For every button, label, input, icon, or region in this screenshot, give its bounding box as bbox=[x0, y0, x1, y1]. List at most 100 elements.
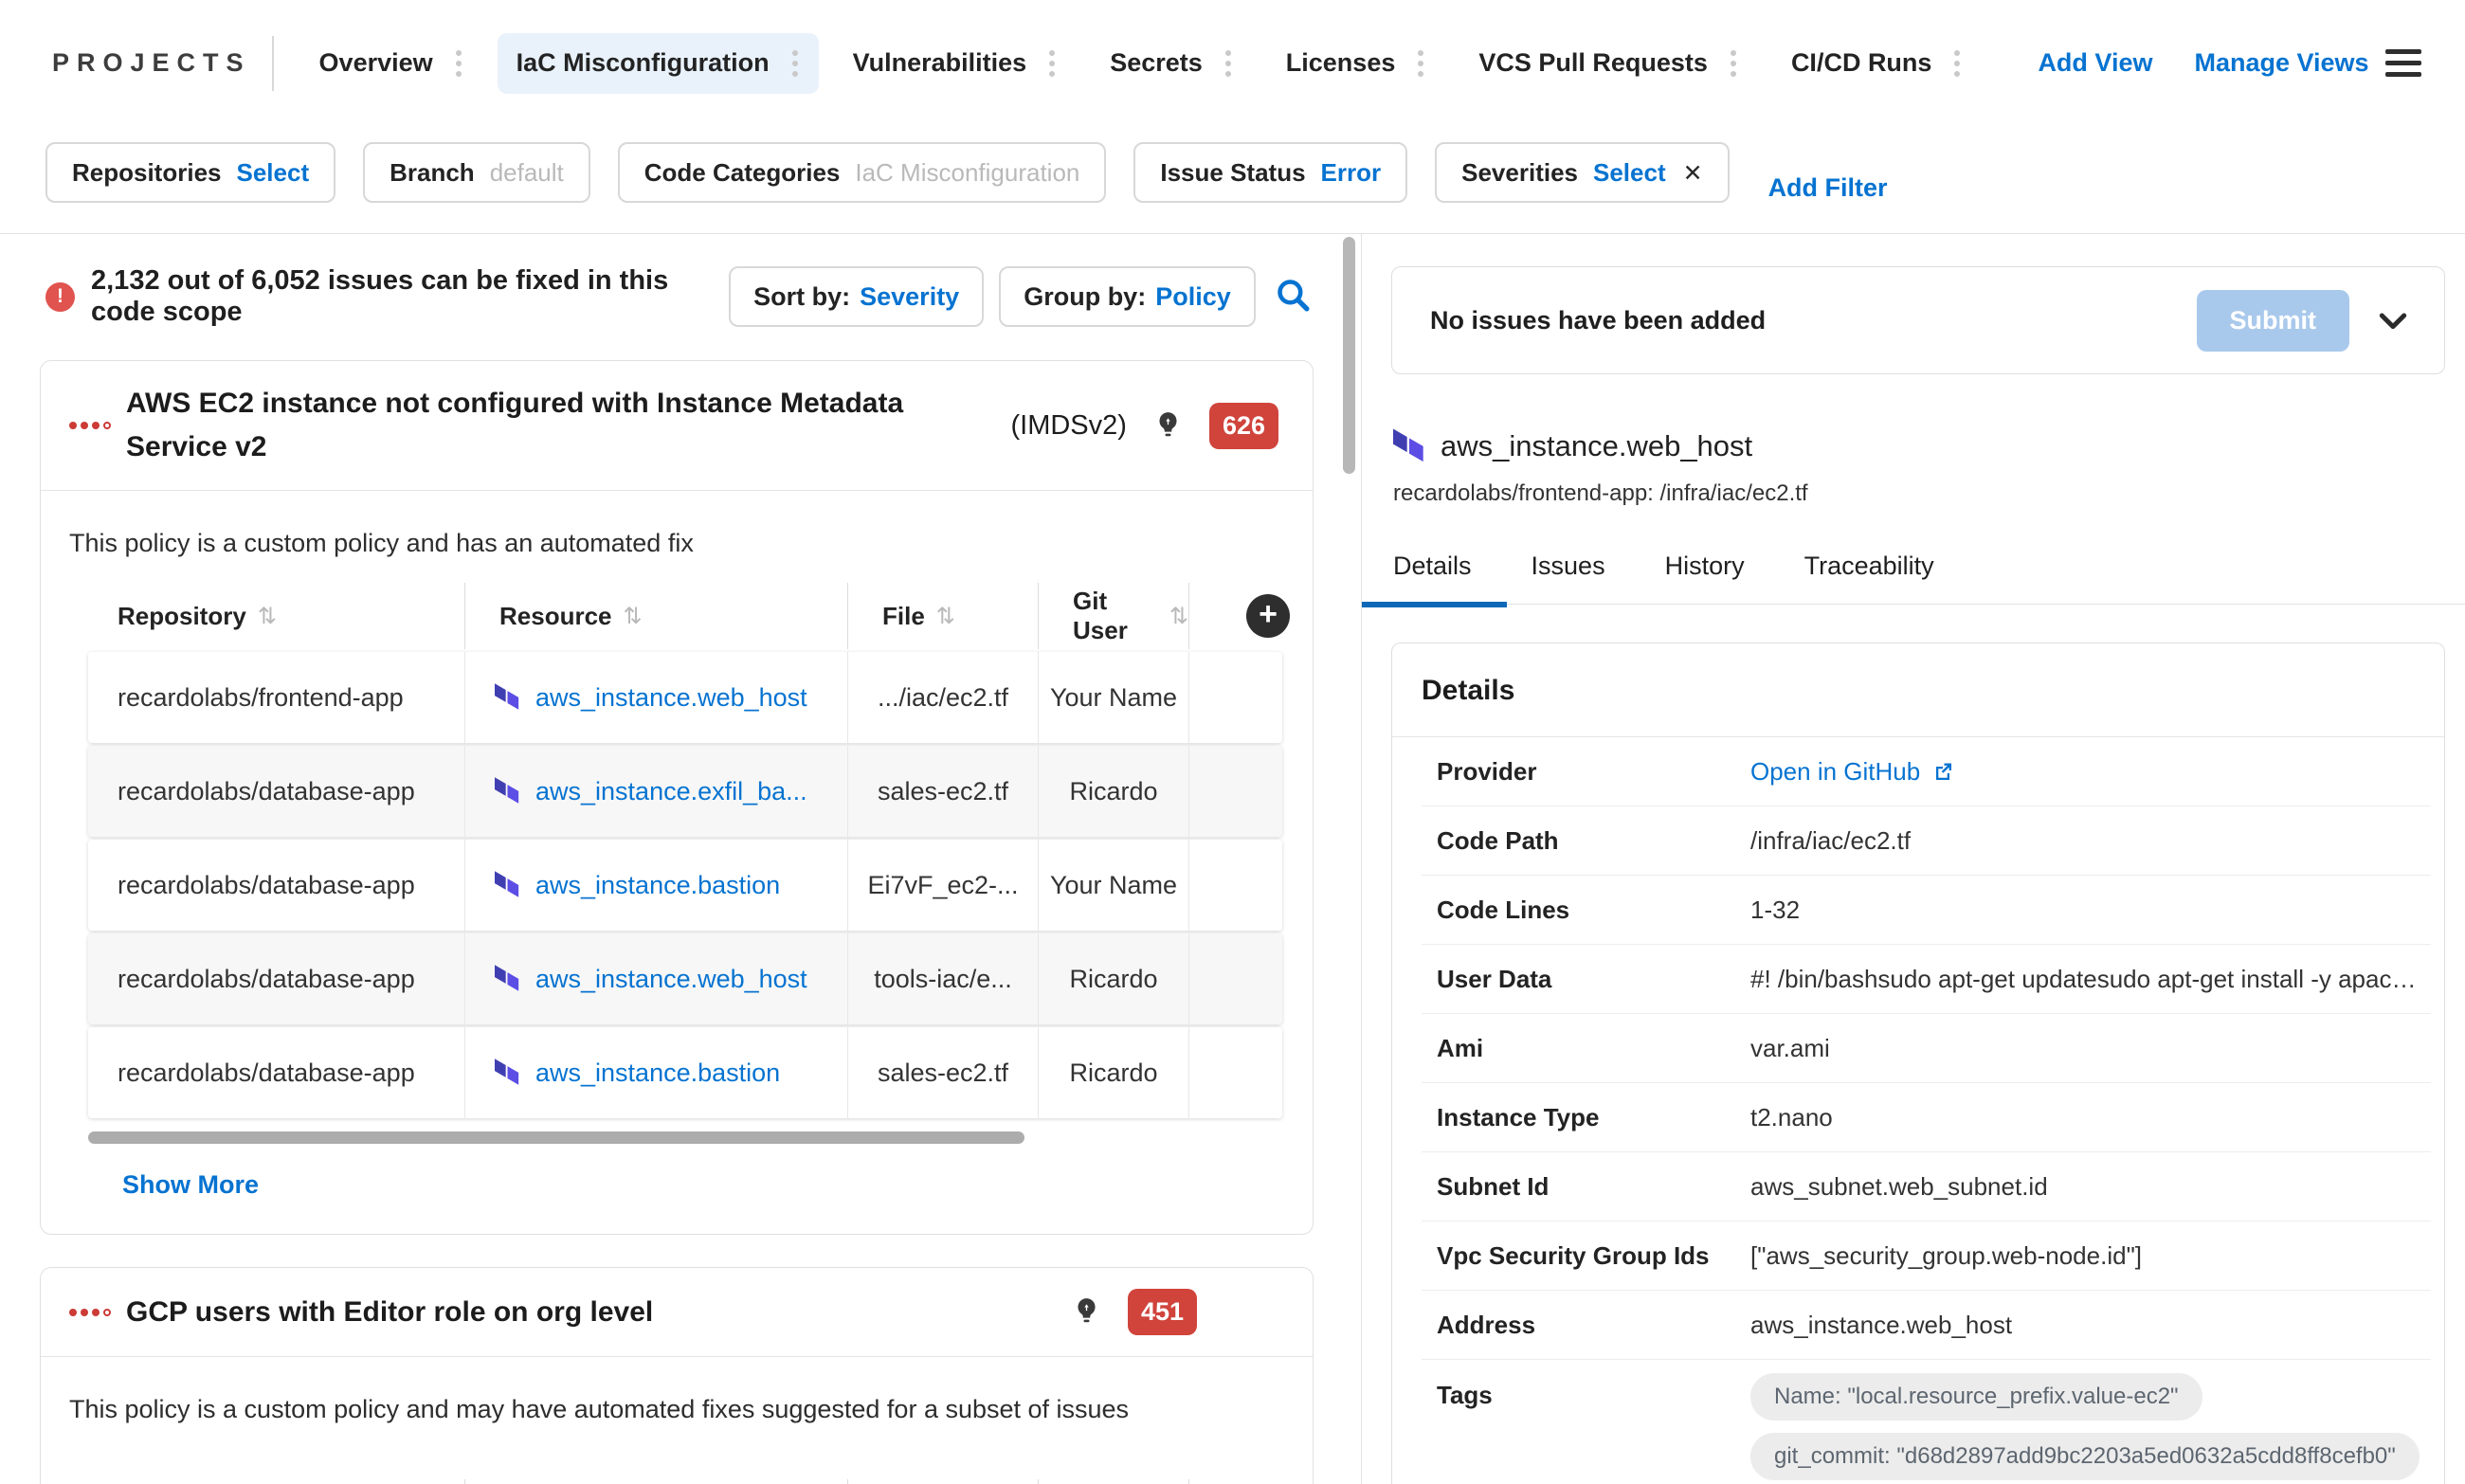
nav-tab-secrets[interactable]: Secrets bbox=[1091, 33, 1252, 94]
sort-icon[interactable]: ⇅ bbox=[1169, 603, 1188, 629]
detail-value: aws_subnet.web_subnet.id bbox=[1750, 1171, 2048, 1201]
submit-button[interactable]: Submit bbox=[2196, 289, 2349, 352]
table-row[interactable]: recardolabs/database-app aws_instance.exf… bbox=[88, 746, 1282, 837]
tab-details[interactable]: Details bbox=[1393, 552, 1472, 581]
nav-tab-label: VCS Pull Requests bbox=[1478, 48, 1708, 77]
resource-link[interactable]: aws_instance.exfil_ba... bbox=[535, 777, 807, 806]
nav-tab-vulnerabilities[interactable]: Vulnerabilities bbox=[834, 33, 1077, 94]
manage-views-link[interactable]: Manage Views bbox=[2194, 48, 2368, 78]
group-by-button[interactable]: Group by: Policy bbox=[999, 266, 1256, 327]
sort-icon[interactable]: ⇅ bbox=[258, 603, 277, 629]
details-card: Details Provider Open in GitHub Code Path /… bbox=[1391, 642, 2445, 1484]
vertical-scrollbar-thumb[interactable] bbox=[1343, 237, 1355, 474]
filter-chip-code-categories[interactable]: Code Categories IaC Misconfiguration bbox=[617, 142, 1107, 203]
severity-dots-icon bbox=[69, 422, 111, 429]
hamburger-menu-icon[interactable] bbox=[2382, 45, 2425, 81]
close-icon[interactable]: ✕ bbox=[1683, 159, 1703, 187]
nav-tab-licenses[interactable]: Licenses bbox=[1267, 33, 1445, 94]
nav-tab-ci-cd-runs[interactable]: CI/CD Runs bbox=[1772, 33, 1982, 94]
resource-cell: aws_instance.web_host bbox=[464, 652, 847, 743]
table-row[interactable]: recardolabs/database-app aws_instance.web… bbox=[88, 933, 1282, 1024]
table-row[interactable]: recardolabs/database-app aws_instance.bas… bbox=[88, 840, 1282, 931]
resource-link[interactable]: aws_instance.bastion bbox=[535, 871, 780, 900]
nav-tab-overview[interactable]: Overview bbox=[300, 33, 482, 94]
detail-row-tags: Tags Name: "local.resource_prefix.value-e… bbox=[1422, 1360, 2431, 1484]
policy-description: This policy is a custom policy and has a… bbox=[69, 529, 694, 557]
filter-chip-repositories[interactable]: Repositories Select bbox=[45, 142, 336, 203]
column-header-git-user[interactable]: Git User ⇅ bbox=[1038, 583, 1188, 649]
tags-list: Name: "local.resource_prefix.value-ec2" g… bbox=[1750, 1373, 2431, 1480]
tab-issues[interactable]: Issues bbox=[1532, 552, 1605, 581]
add-view-link[interactable]: Add View bbox=[2038, 48, 2152, 78]
link-label: Open in GitHub bbox=[1750, 756, 1921, 786]
group-by-label: Group by: bbox=[1024, 281, 1147, 311]
tab-traceability[interactable]: Traceability bbox=[1804, 552, 1934, 581]
column-header-repository[interactable]: Repository ⇅ bbox=[88, 583, 464, 649]
content-area: ! 2,132 out of 6,052 issues can be fixed… bbox=[0, 233, 2465, 1484]
table-header-row: Repository ⇅ Resource ⇅ File ⇅ Git User ⇅ + bbox=[88, 583, 1290, 649]
submit-message: No issues have been added bbox=[1430, 305, 1767, 335]
filter-chip-label: Severities bbox=[1461, 157, 1578, 187]
horizontal-scrollbar-thumb[interactable] bbox=[88, 1131, 1024, 1144]
kebab-menu-icon[interactable] bbox=[790, 48, 800, 79]
kebab-menu-icon[interactable] bbox=[1047, 48, 1057, 79]
table-body: recardolabs/frontend-app aws_instance.web… bbox=[88, 652, 1282, 1118]
nav-tab-vcs-pull-requests[interactable]: VCS Pull Requests bbox=[1459, 33, 1757, 94]
filter-chip-severities[interactable]: Severities Select ✕ bbox=[1435, 142, 1730, 203]
search-button[interactable] bbox=[1269, 266, 1316, 327]
lightbulb-icon bbox=[1155, 411, 1181, 441]
detail-label: Provider bbox=[1437, 756, 1537, 786]
policy-card-header[interactable]: AWS EC2 instance not configured with Ins… bbox=[41, 361, 1313, 491]
filter-chip-value: Error bbox=[1320, 157, 1382, 187]
table-stub bbox=[88, 1479, 1282, 1484]
kebab-menu-icon[interactable] bbox=[1729, 48, 1738, 79]
git-user-cell: Your Name bbox=[1038, 652, 1188, 743]
detail-value: aws_instance.web_host bbox=[1750, 1310, 2013, 1339]
filter-chip-value: IaC Misconfiguration bbox=[855, 157, 1080, 187]
chevron-down-icon[interactable] bbox=[2374, 301, 2412, 339]
detail-row-user-data: User Data #! /bin/bashsudo apt-get update… bbox=[1422, 945, 2431, 1014]
kebab-menu-icon[interactable] bbox=[1223, 48, 1233, 79]
show-more-link[interactable]: Show More bbox=[122, 1170, 259, 1200]
table-row[interactable]: recardolabs/database-app aws_instance.bas… bbox=[88, 1027, 1282, 1118]
policy-title: GCP users with Editor role on org level bbox=[126, 1295, 654, 1328]
search-icon bbox=[1273, 275, 1313, 319]
nav-tab-label: IaC Misconfiguration bbox=[516, 48, 770, 77]
column-header-resource[interactable]: Resource ⇅ bbox=[464, 583, 847, 649]
detail-value: var.ami bbox=[1750, 1033, 1830, 1062]
git-user-cell: Ricardo bbox=[1038, 746, 1188, 837]
resource-link[interactable]: aws_instance.web_host bbox=[535, 683, 807, 713]
empty-cell bbox=[1188, 1027, 1282, 1118]
resource-link[interactable]: aws_instance.web_host bbox=[535, 965, 807, 994]
resource-tabs: Details Issues History Traceability bbox=[1362, 552, 2465, 604]
file-cell: sales-ec2.tf bbox=[847, 746, 1038, 837]
resource-link[interactable]: aws_instance.bastion bbox=[535, 1059, 780, 1088]
column-header-file[interactable]: File ⇅ bbox=[847, 583, 1038, 649]
add-filter-link[interactable]: Add Filter bbox=[1768, 157, 1888, 218]
tabs-divider bbox=[1362, 604, 2465, 605]
kebab-menu-icon[interactable] bbox=[1416, 48, 1425, 79]
policy-card-header[interactable]: GCP users with Editor role on org level … bbox=[41, 1268, 1313, 1357]
kebab-menu-icon[interactable] bbox=[454, 48, 463, 79]
tab-history[interactable]: History bbox=[1665, 552, 1745, 581]
table-row[interactable]: recardolabs/frontend-app aws_instance.web… bbox=[88, 652, 1282, 743]
policy-description: This policy is a custom policy and may h… bbox=[69, 1395, 1130, 1423]
nav-tab-label: Secrets bbox=[1110, 48, 1203, 77]
detail-value: Open in GitHub bbox=[1750, 757, 2431, 787]
file-cell: sales-ec2.tf bbox=[847, 1027, 1038, 1118]
detail-label: User Data bbox=[1437, 964, 1552, 993]
nav-tab-iac-misconfiguration[interactable]: IaC Misconfiguration bbox=[497, 32, 819, 94]
git-user-cell: Ricardo bbox=[1038, 933, 1188, 1024]
sort-by-button[interactable]: Sort by: Severity bbox=[729, 266, 985, 327]
lightbulb-icon bbox=[1074, 1297, 1099, 1327]
sort-icon[interactable]: ⇅ bbox=[936, 603, 955, 629]
repository-cell: recardolabs/database-app bbox=[118, 870, 415, 899]
add-column-button[interactable]: + bbox=[1246, 594, 1290, 638]
detail-value: t2.nano bbox=[1750, 1102, 1833, 1131]
sort-icon[interactable]: ⇅ bbox=[624, 603, 643, 629]
kebab-menu-icon[interactable] bbox=[1952, 48, 1962, 79]
filter-chip-issue-status[interactable]: Issue Status Error bbox=[1133, 142, 1408, 203]
file-cell: tools-iac/e... bbox=[847, 933, 1038, 1024]
open-in-github-link[interactable]: Open in GitHub bbox=[1750, 757, 1954, 787]
filter-chip-branch[interactable]: Branch default bbox=[363, 142, 590, 203]
